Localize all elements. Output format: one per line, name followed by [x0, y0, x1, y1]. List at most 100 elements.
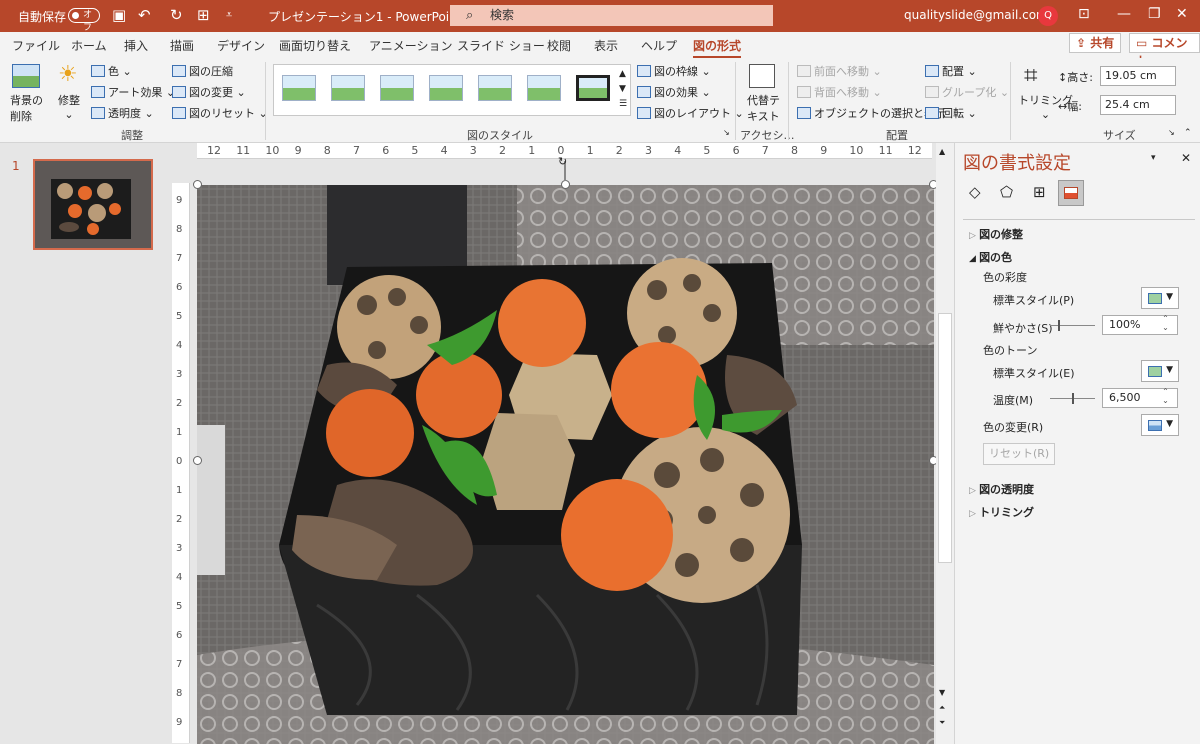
rotate-button[interactable]: 回転 ⌄ [925, 105, 977, 121]
style-thumb[interactable] [282, 75, 316, 101]
picture-layout-button[interactable]: 図のレイアウト ⌄ [637, 105, 744, 121]
reset-picture-button[interactable]: 図のリセット ⌄ [172, 105, 268, 121]
transparency-button[interactable]: 透明度 ⌄ [91, 105, 154, 121]
color-button[interactable]: 色 ⌄ [91, 63, 132, 79]
corrections-icon: ☀ [58, 62, 78, 87]
section-picture-color[interactable]: ◢ 図の色 [969, 249, 1012, 265]
present-icon[interactable]: ⊞ [197, 6, 210, 24]
selection-pane-button[interactable]: オブジェクトの選択と表示 [797, 105, 946, 121]
width-input[interactable]: 25.4 cm [1100, 95, 1176, 115]
section-picture-transparency[interactable]: ▷ 図の透明度 [969, 481, 1034, 497]
temperature-slider[interactable] [1050, 393, 1095, 404]
tab-view[interactable]: 表示 [594, 37, 618, 54]
search-input[interactable]: ⌕ 検索 [450, 5, 773, 26]
corrections-button[interactable]: 修整 ⌄ [58, 92, 80, 121]
picture-tab-icon[interactable] [1058, 180, 1084, 206]
styles-dialog-launcher-icon[interactable]: ↘ [723, 128, 730, 137]
style-thumb[interactable] [429, 75, 463, 101]
next-slide-icon[interactable]: ⏷ [939, 718, 945, 728]
ribbon-display-icon[interactable]: ⊡ [1078, 6, 1090, 22]
ruler-tick-label: 2 [499, 144, 506, 157]
vertical-scrollbar[interactable]: ▲ ▼ ⏶ ⏷ [936, 143, 954, 744]
align-button[interactable]: 配置 ⌄ [925, 63, 977, 79]
pane-options-icon[interactable]: ▾ [1151, 153, 1156, 163]
save-icon[interactable]: ▣ [112, 6, 126, 24]
tab-help[interactable]: ヘルプ [641, 37, 677, 54]
fill-line-icon[interactable]: ◇ [969, 183, 981, 201]
artistic-effects-button[interactable]: アート効果 ⌄ [91, 84, 175, 100]
restore-icon[interactable]: ❐ [1148, 6, 1161, 22]
size-dialog-launcher-icon[interactable]: ↘ [1168, 128, 1175, 137]
saturation-presets-dropdown[interactable]: ▼ [1141, 287, 1179, 309]
picture-styles-gallery[interactable]: ▲ ▼ ☰ [273, 64, 631, 116]
previous-slide-icon[interactable]: ⏶ [939, 703, 945, 713]
style-thumb[interactable] [576, 75, 610, 101]
section-crop[interactable]: ▷ トリミング [969, 504, 1034, 520]
rotate-handle-icon[interactable]: ↻ [558, 156, 572, 167]
autosave-toggle[interactable]: オフ [68, 8, 100, 33]
account-email[interactable]: qualityslide@gmail.com [904, 8, 1048, 22]
reset-button[interactable]: リセット(R) [983, 443, 1056, 465]
ruler-tick-label: 12 [207, 144, 221, 157]
tab-slideshow[interactable]: スライド ショー [457, 37, 545, 54]
ruler-tick-label: 7 [353, 144, 360, 157]
comment-button[interactable]: ▭ コメント [1129, 33, 1200, 68]
tab-review[interactable]: 校閲 [547, 37, 571, 54]
compress-button[interactable]: 図の圧縮 [172, 63, 233, 79]
height-input[interactable]: 19.05 cm [1100, 66, 1176, 86]
saturation-input[interactable]: 100% [1102, 314, 1178, 335]
ribbon: 背景の 削除 ☀ 修整 ⌄ 色 ⌄ アート効果 ⌄ 透明度 ⌄ 図の圧縮 図の変更 … [0, 58, 1200, 143]
tab-picture-format[interactable]: 図の形式 [693, 37, 742, 59]
close-icon[interactable]: ✕ [1176, 6, 1188, 22]
pane-close-icon[interactable]: ✕ [1181, 151, 1191, 165]
group-icon [925, 86, 939, 98]
picture-effects-button[interactable]: 図の効果 ⌄ [637, 84, 711, 100]
redo-icon[interactable]: ↻ [170, 6, 183, 24]
change-picture-button[interactable]: 図の変更 ⌄ [172, 84, 246, 100]
group-button[interactable]: グループ化 ⌄ [925, 84, 1009, 100]
size-properties-icon[interactable]: ⊞ [1033, 183, 1046, 201]
tone-presets-dropdown[interactable]: ▼ [1141, 360, 1179, 382]
divider [963, 219, 1195, 220]
tab-animations[interactable]: アニメーション [369, 37, 453, 54]
alt-text-button[interactable]: 代替テ キスト [747, 92, 780, 124]
selected-picture[interactable] [197, 185, 934, 744]
collapse-ribbon-icon[interactable]: ⌃ [1184, 128, 1192, 138]
scroll-down-icon[interactable]: ▼ [939, 688, 945, 697]
tab-draw[interactable]: 描画 [170, 37, 194, 54]
section-picture-corrections[interactable]: ▷ 図の修整 [969, 226, 1023, 242]
tab-home[interactable]: ホーム [71, 37, 107, 54]
height-icon: ↕ [1058, 71, 1068, 84]
avatar[interactable]: Q [1038, 6, 1058, 26]
style-thumb[interactable] [380, 75, 414, 101]
effects-icon[interactable]: ⬠ [1000, 183, 1013, 201]
tab-transitions[interactable]: 画面切り替え [279, 37, 351, 54]
scroll-up-icon[interactable]: ▲ [939, 147, 945, 156]
temperature-input[interactable]: 6,500 [1102, 387, 1178, 408]
undo-icon[interactable]: ↶ [138, 6, 151, 24]
minimize-icon[interactable]: — [1117, 6, 1131, 22]
remove-background-button[interactable]: 背景の 削除 [10, 92, 43, 124]
title-bar: 自動保存 オフ ▣ ↶ ↻ ⊞ ⩡ プレゼンテーション1 - PowerPoin… [0, 0, 1200, 33]
ruler-tick-label: 1 [586, 144, 594, 157]
send-backward-button[interactable]: 背面へ移動 ⌄ [797, 84, 882, 100]
bring-forward-button[interactable]: 前面へ移動 ⌄ [797, 63, 882, 79]
tab-file[interactable]: ファイル [12, 37, 60, 54]
customize-qat-icon[interactable]: ⩡ [226, 6, 232, 24]
resize-handle[interactable] [561, 180, 570, 189]
gallery-scroll-icon[interactable]: ▲ ▼ ☰ [619, 67, 627, 112]
tone-presets-label: 標準スタイル(E) [993, 367, 1075, 380]
share-button[interactable]: ⇪ 共有 [1069, 33, 1122, 53]
style-thumb[interactable] [331, 75, 365, 101]
resize-handle[interactable] [193, 456, 202, 465]
recolor-dropdown[interactable]: ▼ [1141, 414, 1179, 436]
picture-border-button[interactable]: 図の枠線 ⌄ [637, 63, 711, 79]
style-thumb[interactable] [478, 75, 512, 101]
scroll-thumb[interactable] [938, 313, 952, 563]
tab-design[interactable]: デザイン [217, 37, 265, 54]
style-thumb[interactable] [527, 75, 561, 101]
slide-thumbnail[interactable] [33, 159, 153, 250]
saturation-slider[interactable] [1050, 320, 1095, 331]
resize-handle[interactable] [193, 180, 202, 189]
tab-insert[interactable]: 挿入 [124, 37, 148, 54]
